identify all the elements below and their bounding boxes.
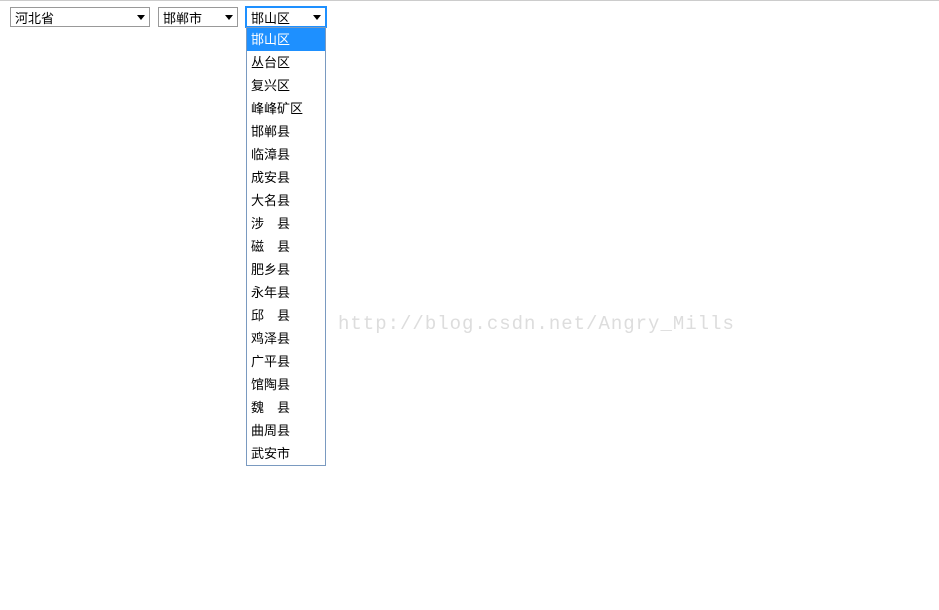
district-option[interactable]: 鸡泽县	[247, 327, 325, 350]
region-selects-row: 河北省 邯郸市 邯山区 邯山区丛台区复兴区峰峰矿区邯郸县临漳县成安县大名县涉 县…	[0, 1, 939, 33]
district-option[interactable]: 永年县	[247, 281, 325, 304]
district-option[interactable]: 成安县	[247, 166, 325, 189]
district-option[interactable]: 馆陶县	[247, 373, 325, 396]
district-option[interactable]: 涉 县	[247, 212, 325, 235]
district-option[interactable]: 邯郸县	[247, 120, 325, 143]
city-select-wrap: 邯郸市	[158, 7, 238, 27]
district-option[interactable]: 广平县	[247, 350, 325, 373]
city-selected-value: 邯郸市	[163, 8, 202, 27]
district-option[interactable]: 肥乡县	[247, 258, 325, 281]
province-selected-value: 河北省	[15, 8, 54, 27]
watermark-text: http://blog.csdn.net/Angry_Mills	[338, 313, 735, 335]
district-option[interactable]: 曲周县	[247, 419, 325, 442]
district-option[interactable]: 邯山区	[247, 28, 325, 51]
district-selected-value: 邯山区	[251, 8, 290, 27]
district-option[interactable]: 武安市	[247, 442, 325, 465]
district-select[interactable]: 邯山区	[246, 7, 326, 27]
chevron-down-icon	[137, 15, 145, 20]
province-select[interactable]: 河北省	[10, 7, 150, 27]
chevron-down-icon	[313, 15, 321, 20]
district-option[interactable]: 峰峰矿区	[247, 97, 325, 120]
district-dropdown: 邯山区丛台区复兴区峰峰矿区邯郸县临漳县成安县大名县涉 县磁 县肥乡县永年县邱 县…	[246, 27, 326, 466]
district-option[interactable]: 魏 县	[247, 396, 325, 419]
district-option[interactable]: 临漳县	[247, 143, 325, 166]
district-option[interactable]: 复兴区	[247, 74, 325, 97]
district-select-wrap: 邯山区 邯山区丛台区复兴区峰峰矿区邯郸县临漳县成安县大名县涉 县磁 县肥乡县永年…	[246, 7, 326, 27]
chevron-down-icon	[225, 15, 233, 20]
district-option[interactable]: 大名县	[247, 189, 325, 212]
district-option[interactable]: 邱 县	[247, 304, 325, 327]
district-option[interactable]: 磁 县	[247, 235, 325, 258]
province-select-wrap: 河北省	[10, 7, 150, 27]
city-select[interactable]: 邯郸市	[158, 7, 238, 27]
district-option[interactable]: 丛台区	[247, 51, 325, 74]
